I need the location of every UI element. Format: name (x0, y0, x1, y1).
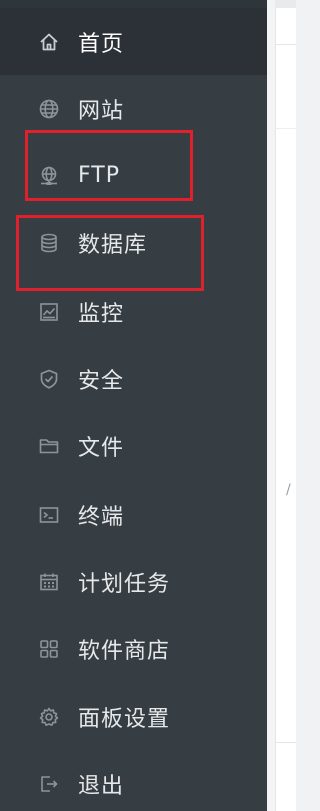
content-divider (275, 44, 296, 45)
terminal-icon (38, 504, 60, 526)
monitor-chart-icon (38, 301, 60, 323)
content-panel (275, 0, 296, 811)
sidebar: 首页 网站 FTP 数据库 监控 安全 文件 终端 计划任务 软件商店 面板设置… (0, 0, 267, 811)
sidebar-item-label: FTP (78, 163, 120, 188)
database-icon (38, 232, 60, 254)
sidebar-item-panel-settings[interactable]: 面板设置 (0, 683, 267, 750)
sidebar-item-label: 首页 (78, 31, 125, 57)
sidebar-item-monitor[interactable]: 监控 (0, 278, 267, 345)
sidebar-item-files[interactable]: 文件 (0, 412, 267, 479)
sidebar-item-label: 计划任务 (78, 571, 171, 597)
grid-apps-icon (38, 638, 60, 660)
sidebar-item-database[interactable]: 数据库 (0, 209, 267, 276)
gear-icon (38, 706, 60, 728)
sidebar-item-logout[interactable]: 退出 (0, 750, 267, 811)
sidebar-item-label: 网站 (78, 98, 125, 124)
sidebar-item-label: 安全 (78, 368, 125, 394)
folder-icon (38, 435, 60, 457)
logout-icon (38, 773, 60, 795)
home-icon (38, 31, 60, 53)
content-divider (275, 128, 296, 129)
shield-icon (38, 368, 60, 390)
sidebar-item-label: 文件 (78, 435, 125, 461)
calendar-icon (38, 571, 60, 593)
sidebar-item-label: 监控 (78, 301, 125, 327)
sidebar-item-website[interactable]: 网站 (0, 75, 267, 142)
ftp-icon (38, 165, 60, 187)
sidebar-item-software-store[interactable]: 软件商店 (0, 615, 267, 682)
sidebar-item-terminal[interactable]: 终端 (0, 481, 267, 548)
content-partial-glyph: / (286, 482, 291, 498)
sidebar-item-label: 退出 (78, 773, 125, 799)
sidebar-item-label: 软件商店 (78, 638, 171, 664)
sidebar-item-label: 数据库 (78, 232, 148, 258)
content-top-bar (275, 0, 296, 8)
sidebar-top-strip (0, 0, 267, 8)
sidebar-item-label: 终端 (78, 504, 125, 530)
globe-icon (38, 98, 60, 120)
page: / 首页 网站 FTP 数据库 监控 安全 文件 终端 计划任务 软件商店 面板… (0, 0, 296, 811)
sidebar-item-scheduled-tasks[interactable]: 计划任务 (0, 548, 267, 615)
sidebar-item-label: 面板设置 (78, 706, 171, 732)
content-divider (275, 742, 296, 743)
sidebar-item-ftp[interactable]: FTP (0, 142, 267, 209)
sidebar-item-security[interactable]: 安全 (0, 345, 267, 412)
sidebar-item-home[interactable]: 首页 (0, 8, 267, 75)
